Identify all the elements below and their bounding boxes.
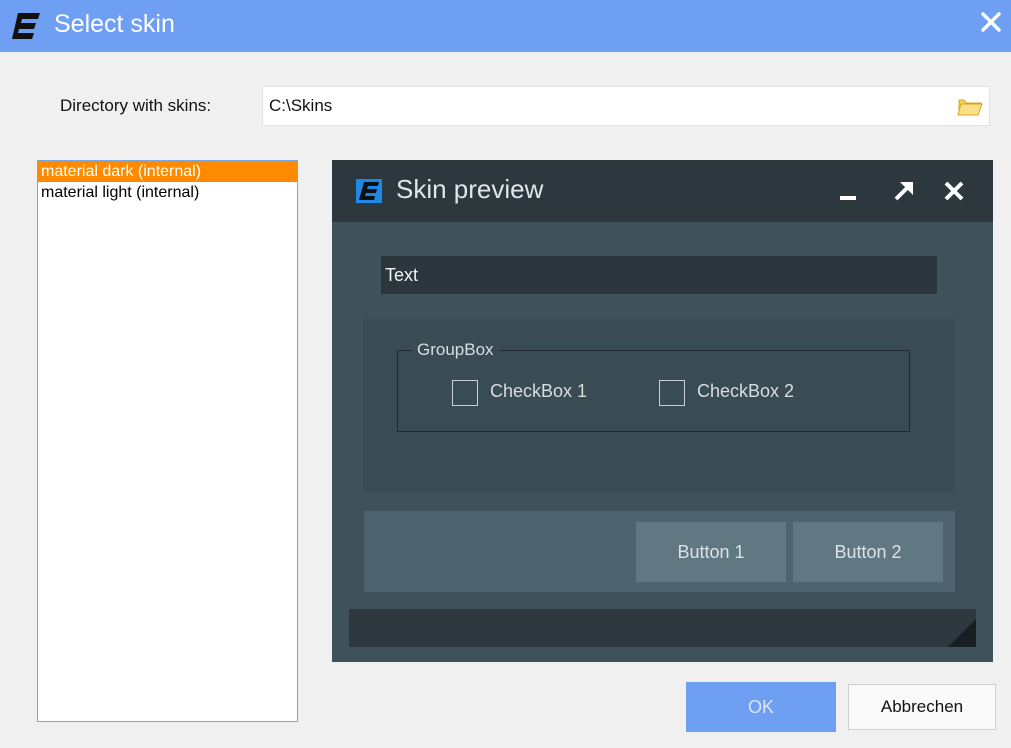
checkbox-2-label: CheckBox 2: [697, 381, 795, 401]
checkbox-1-label: CheckBox 1: [490, 381, 588, 401]
preview-statusbar: [349, 609, 976, 647]
window-titlebar: Select skin: [0, 0, 1011, 52]
preview-text-field[interactable]: Text: [381, 256, 937, 294]
ok-button[interactable]: OK: [686, 682, 836, 732]
button-1[interactable]: Button 1: [636, 522, 786, 582]
checkbox-1-box[interactable]: [452, 380, 478, 406]
folder-icon[interactable]: [957, 95, 983, 117]
preview-panel: GroupBox CheckBox 1 CheckBox 2: [363, 319, 954, 491]
maximize-icon[interactable]: [890, 177, 918, 205]
directory-value: C:\Skins: [269, 96, 333, 115]
skin-preview-window: Skin preview Text GroupBox CheckBox 1 Ch…: [332, 160, 993, 662]
app-logo-icon: [12, 13, 40, 39]
checkbox-2-box[interactable]: [659, 380, 685, 406]
preview-title: Skin preview: [396, 174, 544, 204]
minimize-icon[interactable]: [836, 177, 864, 205]
directory-label: Directory with skins:: [60, 96, 212, 115]
skin-list[interactable]: material dark (internal) material light …: [37, 160, 298, 722]
preview-close-icon[interactable]: [940, 177, 968, 205]
groupbox: GroupBox CheckBox 1 CheckBox 2: [397, 340, 910, 432]
resize-grip-icon[interactable]: [948, 619, 976, 647]
button-2[interactable]: Button 2: [793, 522, 943, 582]
skin-item-material-light[interactable]: material light (internal): [38, 182, 297, 203]
preview-app-logo-icon: [356, 179, 382, 203]
preview-titlebar: Skin preview: [332, 160, 993, 222]
preview-button-bar: Button 1 Button 2: [364, 511, 955, 592]
skin-item-material-dark[interactable]: material dark (internal): [38, 161, 297, 182]
window-title: Select skin: [54, 10, 175, 38]
cancel-button[interactable]: Abbrechen: [848, 684, 996, 730]
close-icon[interactable]: [979, 10, 1003, 34]
directory-input[interactable]: C:\Skins: [262, 86, 990, 126]
groupbox-label: GroupBox: [412, 340, 499, 360]
